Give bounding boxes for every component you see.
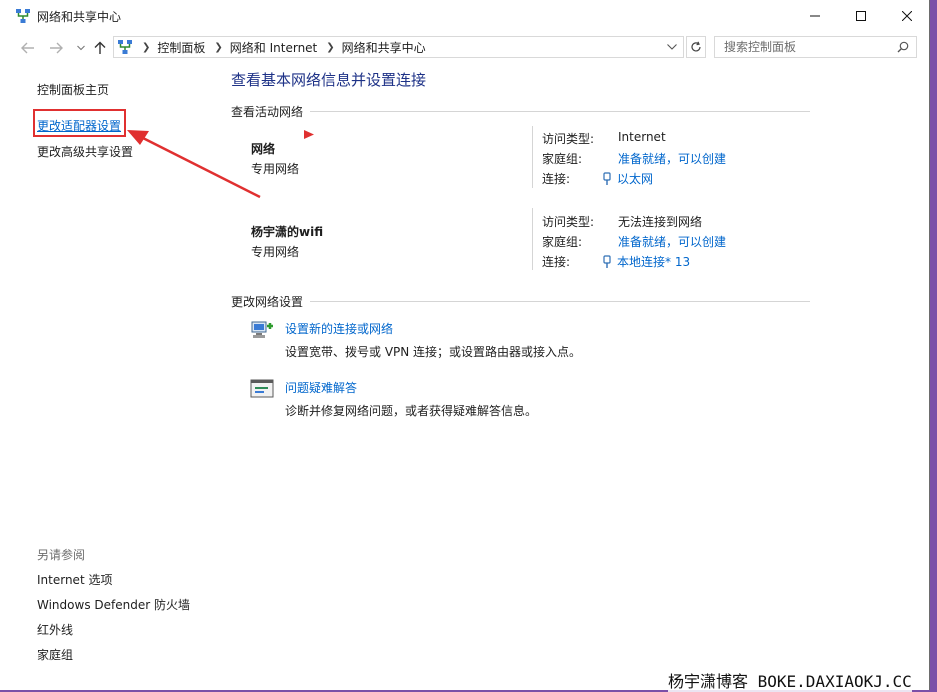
setup-new-connection-link[interactable]: 设置新的连接或网络	[285, 320, 393, 337]
network-type: 专用网络	[251, 245, 300, 259]
up-button[interactable]	[90, 38, 110, 58]
window-title: 网络和共享中心	[37, 10, 122, 24]
access-type-value: Internet	[618, 130, 666, 144]
see-also-heading: 另请参阅	[37, 548, 86, 562]
control-panel-home-link[interactable]: 控制面板主页	[37, 81, 109, 98]
local-connection-link[interactable]: 本地连接* 13	[602, 253, 690, 270]
internet-options-link[interactable]: Internet 选项	[37, 571, 112, 588]
troubleshoot-link[interactable]: 问题疑难解答	[285, 379, 357, 396]
section-divider	[310, 111, 810, 112]
forward-arrow-icon	[50, 42, 63, 54]
highlight-box	[33, 109, 126, 137]
maximize-icon	[856, 10, 866, 21]
address-dropdown-button[interactable]	[665, 40, 679, 54]
close-button[interactable]	[884, 0, 930, 31]
network-name: 网络	[251, 142, 276, 156]
chevron-right-icon[interactable]: ❯	[142, 42, 150, 53]
page-title: 查看基本网络信息并设置连接	[231, 71, 427, 89]
infrared-link[interactable]: 红外线	[37, 621, 73, 638]
change-settings-heading: 更改网络设置	[231, 295, 304, 309]
recent-locations-button[interactable]	[71, 38, 91, 58]
connection-label: 连接:	[542, 255, 571, 269]
search-input[interactable]	[724, 39, 884, 55]
close-icon	[902, 10, 912, 21]
access-type-value: 无法连接到网络	[618, 215, 703, 229]
connection-label: 连接:	[542, 172, 571, 186]
title-bar[interactable]: 网络和共享中心	[0, 0, 929, 31]
address-bar[interactable]: ❯ 控制面板 ❯ 网络和 Internet ❯ 网络和共享中心	[113, 36, 684, 58]
chevron-right-icon[interactable]: ❯	[326, 42, 334, 53]
refresh-icon	[691, 41, 701, 52]
refresh-button[interactable]	[686, 36, 706, 58]
annotation-arrow-icon	[127, 130, 261, 199]
ethernet-icon	[603, 171, 611, 185]
windows-defender-firewall-link[interactable]: Windows Defender 防火墙	[37, 596, 190, 613]
breadcrumb-network-sharing-center[interactable]: 网络和共享中心	[342, 39, 426, 56]
minimize-icon	[810, 15, 820, 16]
connection-plug-icon	[603, 254, 611, 268]
ethernet-connection-link[interactable]: 以太网	[602, 170, 653, 187]
homegroup-link[interactable]: 准备就绪，可以创建	[618, 150, 726, 167]
control-panel-window: 网络和共享中心 ❯ 控制面板 ❯ 网络和 Internet ❯ 网络和共享中心 …	[0, 0, 930, 690]
network-center-icon	[16, 9, 30, 23]
pointer-icon	[304, 130, 314, 139]
network-divider	[532, 126, 533, 188]
control-panel-icon	[118, 40, 132, 54]
search-box[interactable]	[714, 36, 917, 58]
troubleshoot-description: 诊断并修复网络问题，或者获得疑难解答信息。	[285, 404, 538, 418]
access-type-label: 访问类型:	[542, 215, 595, 229]
setup-new-connection-description: 设置宽带、拨号或 VPN 连接；或设置路由器或接入点。	[285, 345, 582, 359]
homegroup-link[interactable]: 准备就绪，可以创建	[618, 233, 726, 250]
homegroup-label: 家庭组:	[542, 235, 583, 249]
forward-button[interactable]	[46, 38, 66, 58]
search-icon[interactable]	[897, 41, 909, 53]
back-arrow-icon	[21, 42, 34, 54]
connection-value[interactable]: 以太网	[617, 170, 653, 187]
up-arrow-icon	[94, 41, 106, 54]
access-type-label: 访问类型:	[542, 132, 595, 146]
chevron-right-icon[interactable]: ❯	[214, 42, 222, 53]
maximize-button[interactable]	[838, 0, 884, 31]
chevron-down-icon	[667, 44, 677, 50]
change-advanced-sharing-link[interactable]: 更改高级共享设置	[37, 143, 133, 160]
network-type: 专用网络	[251, 162, 300, 176]
homegroup-link[interactable]: 家庭组	[37, 646, 73, 663]
network-divider	[532, 208, 533, 270]
new-connection-icon	[251, 321, 273, 338]
connection-value[interactable]: 本地连接* 13	[617, 253, 690, 270]
back-button[interactable]	[18, 38, 38, 58]
active-networks-heading: 查看活动网络	[231, 105, 304, 119]
minimize-button[interactable]	[792, 0, 838, 31]
network-name: 杨宇潇的wifi	[251, 225, 324, 239]
breadcrumb-network-internet[interactable]: 网络和 Internet	[230, 39, 317, 56]
chevron-down-icon	[77, 45, 85, 51]
breadcrumb-control-panel[interactable]: 控制面板	[157, 39, 205, 56]
homegroup-label: 家庭组:	[542, 152, 583, 166]
troubleshoot-icon	[250, 379, 274, 398]
section-divider	[310, 301, 810, 302]
watermark: 杨宇潇博客 BOKE.DAXIAOKJ.CC	[668, 668, 912, 692]
